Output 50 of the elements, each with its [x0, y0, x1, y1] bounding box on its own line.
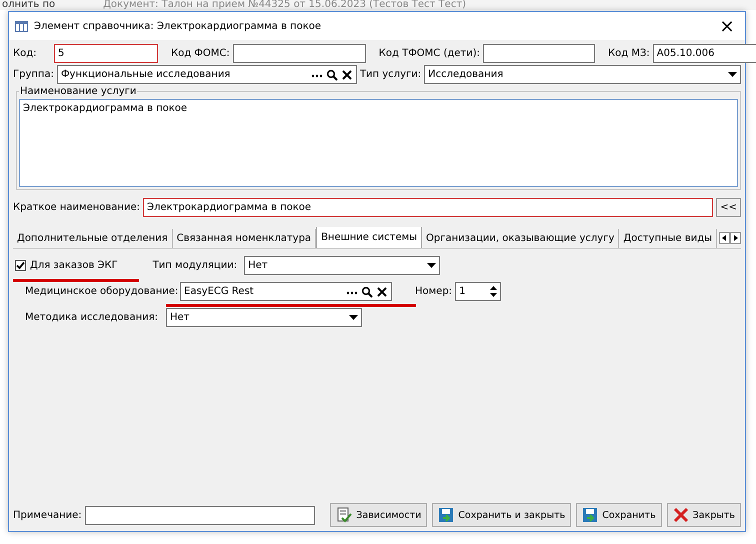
equipment-label: Медицинское оборудование:	[25, 286, 177, 297]
copy-name-button[interactable]: <<	[716, 198, 741, 217]
scroll-right-icon[interactable]	[730, 232, 741, 244]
note-field[interactable]	[84, 506, 316, 524]
code-field[interactable]: 5	[54, 44, 158, 63]
spinner-arrows-icon[interactable]	[490, 286, 498, 297]
foms-code-label: Код ФОМС:	[171, 48, 230, 59]
number-spinner[interactable]: 1	[455, 282, 502, 301]
ecg-orders-checkbox[interactable]: Для заказов ЭКГ	[15, 260, 118, 271]
dropdown-arrow-icon[interactable]	[349, 315, 358, 320]
document-check-icon	[336, 507, 352, 523]
tab[interactable]: Внешние системы	[316, 227, 422, 248]
dropdown-arrow-icon[interactable]	[427, 263, 436, 268]
equipment-field[interactable]: EasyECG Rest	[180, 282, 392, 301]
scroll-left-icon[interactable]	[719, 232, 730, 244]
short-name-label: Краткое наименование:	[13, 202, 140, 213]
close-button[interactable]: ×	[709, 12, 745, 40]
background-button[interactable]: олнить по	[0, 0, 56, 10]
save-button[interactable]: Сохранить и закрыть	[432, 503, 572, 527]
search-icon[interactable]	[361, 286, 373, 298]
close-button[interactable]: Закрыть	[666, 503, 741, 527]
group-label: Группа:	[13, 69, 54, 80]
table-icon	[15, 20, 28, 32]
modulation-dropdown[interactable]: Нет	[244, 256, 440, 275]
dropdown-arrow-icon[interactable]	[728, 72, 737, 77]
method-label: Методика исследования:	[25, 312, 159, 323]
clear-icon[interactable]	[376, 286, 388, 298]
tfoms-code-label: Код ТФОМС (дети):	[378, 48, 480, 59]
note-label: Примечание:	[13, 510, 82, 520]
close-icon	[672, 507, 689, 523]
modulation-label: Тип модуляции:	[152, 260, 238, 271]
checkmark-icon	[16, 261, 25, 270]
service-type-label: Тип услуги:	[360, 69, 422, 80]
group-field[interactable]: Функциональные исследования	[56, 65, 357, 84]
group-box-legend: Наименование услуги	[19, 86, 138, 97]
number-label: Номер:	[415, 286, 452, 297]
tfoms-code-field[interactable]	[483, 44, 596, 63]
search-icon[interactable]	[326, 68, 338, 80]
code-label: Код:	[13, 48, 38, 59]
save-button[interactable]: Сохранить	[576, 503, 662, 527]
window-title: Элемент справочника: Электрокардиограмма в покое	[34, 20, 322, 32]
dependencies-button[interactable]: Зависимости	[330, 503, 428, 527]
service-name-textarea[interactable]: Электрокардиограмма в покое	[19, 99, 738, 187]
method-dropdown[interactable]: Нет	[166, 308, 362, 327]
clear-icon[interactable]	[340, 68, 353, 80]
foms-code-field[interactable]	[232, 44, 366, 63]
mz-code-field[interactable]: A05.10.006	[652, 44, 756, 63]
service-type-dropdown[interactable]: Исследования	[424, 65, 741, 84]
mz-code-label: Код МЗ:	[608, 48, 650, 59]
short-name-field[interactable]: Электрокардиограмма в покое	[143, 198, 714, 217]
